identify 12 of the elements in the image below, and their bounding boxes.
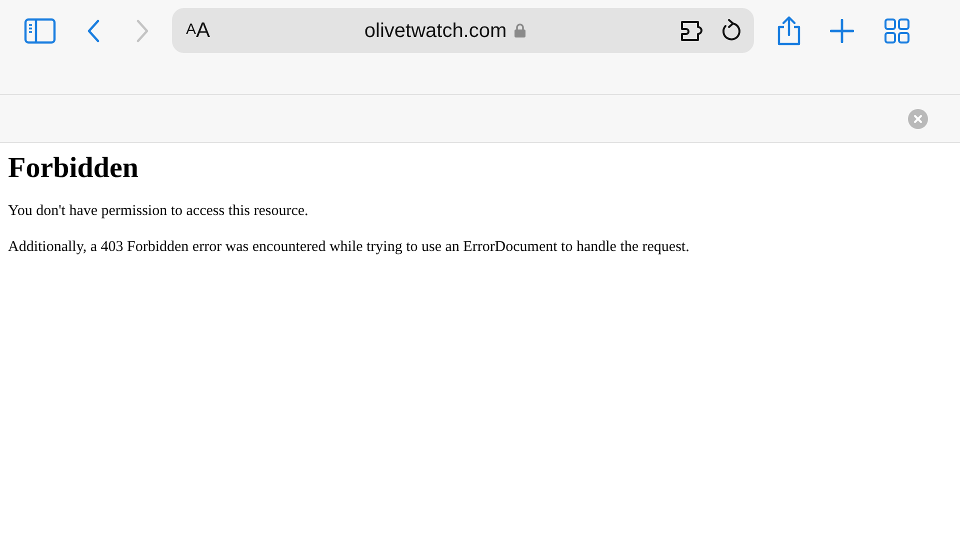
tabs-button[interactable] [884, 18, 910, 44]
close-button[interactable] [908, 108, 928, 128]
back-button[interactable] [86, 18, 101, 42]
error-message: Additionally, a 403 Forbidden error was encountered while trying to use an ErrorDocument to handle the request. [8, 238, 690, 258]
error-message: You don't have permission to access this resource. [8, 202, 310, 221]
sidebar-button[interactable] [24, 18, 56, 44]
text-format-button[interactable]: AA [186, 14, 210, 46]
new-tab-button[interactable] [830, 18, 854, 42]
share-button[interactable] [776, 16, 802, 46]
page-heading: Forbidden [8, 151, 140, 186]
url-text[interactable]: olivetwatch.com [364, 16, 507, 46]
reload-button[interactable] [720, 18, 742, 42]
